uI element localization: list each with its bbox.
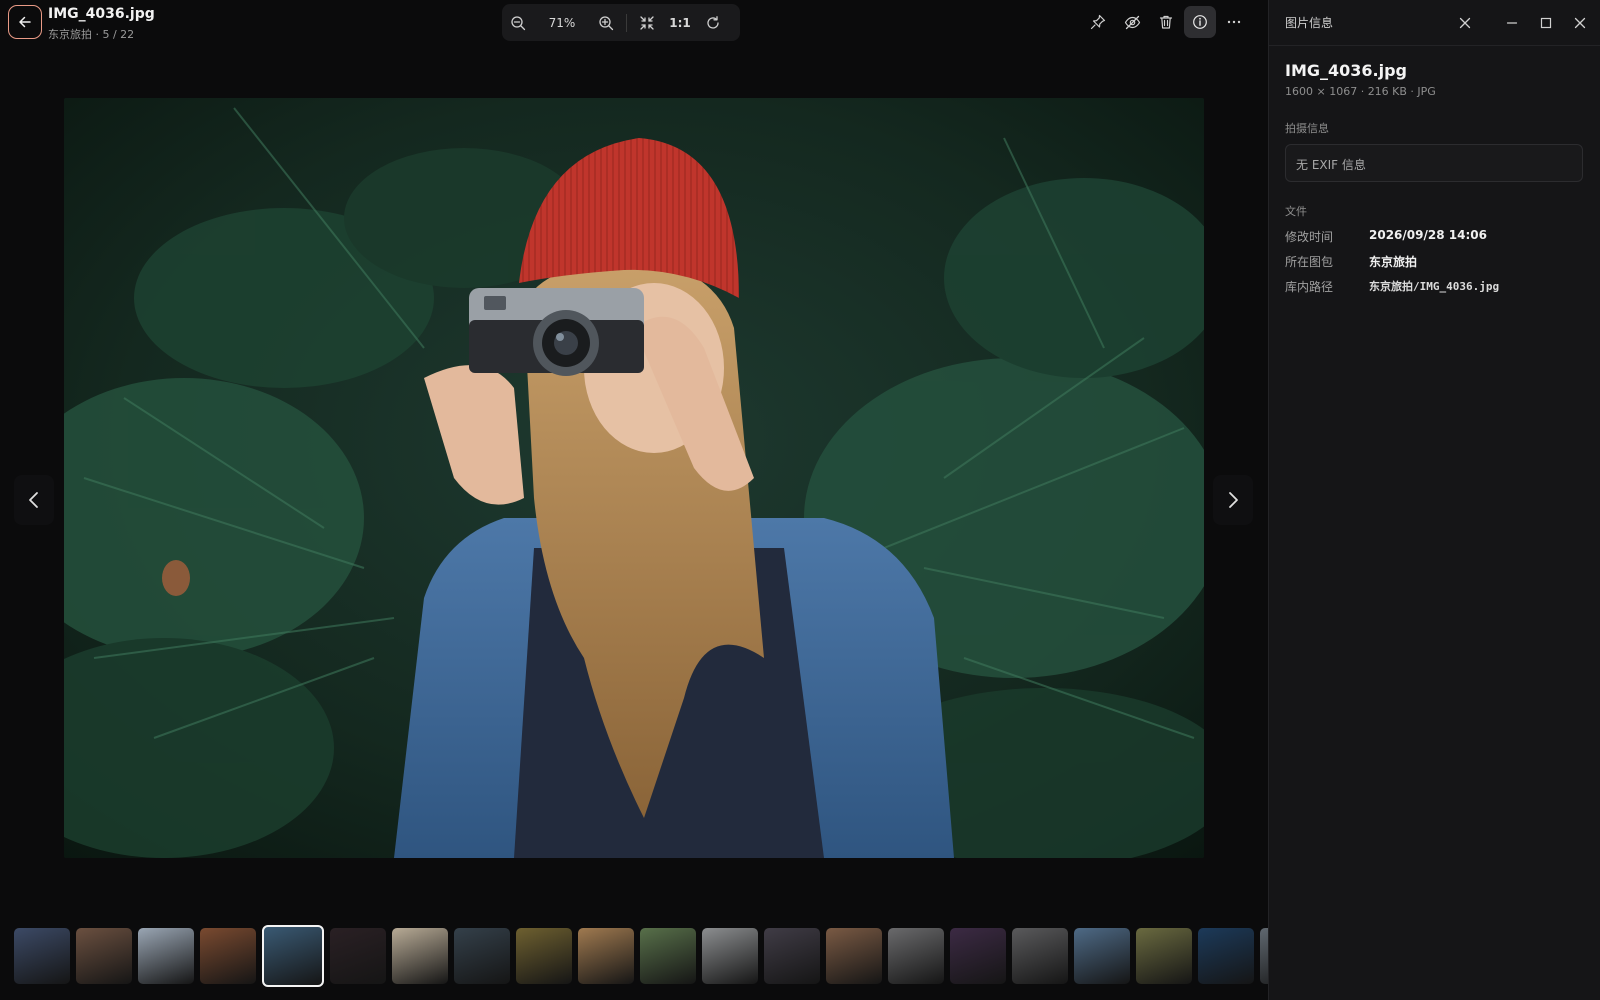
- thumbnail[interactable]: [330, 928, 386, 984]
- info-file-meta: 1600 × 1067 · 216 KB · JPG: [1285, 85, 1436, 98]
- exif-box: 无 EXIF 信息: [1285, 144, 1583, 182]
- album-position: 东京旅拍 · 5 / 22: [48, 28, 135, 41]
- arrow-left-icon: [19, 16, 31, 28]
- row-key: 库内路径: [1285, 280, 1334, 294]
- zoom-toolbar: 71% 1:1: [502, 4, 740, 41]
- image-actions: [1082, 6, 1250, 38]
- thumbnail[interactable]: [1074, 928, 1130, 984]
- close-window-button[interactable]: [1565, 8, 1595, 38]
- path-folder: 东京旅拍/: [1369, 280, 1420, 293]
- delete-button[interactable]: [1150, 6, 1182, 38]
- main-photo[interactable]: [64, 98, 1204, 858]
- thumbnail[interactable]: [138, 928, 194, 984]
- zoom-level[interactable]: 71%: [534, 16, 590, 30]
- row-key: 修改时间: [1285, 230, 1334, 244]
- info-panel: 图片信息 IMG_4036.jpg 1600 × 1067 · 216 KB ·…: [1268, 0, 1600, 1000]
- info-panel-title: 图片信息: [1285, 16, 1334, 30]
- thumbnail[interactable]: [14, 928, 70, 984]
- thumbnail[interactable]: [516, 928, 572, 984]
- file-section-label: 文件: [1285, 205, 1307, 218]
- minimize-icon: [1506, 22, 1518, 24]
- more-horizontal-icon: [1227, 20, 1241, 24]
- library-path-value[interactable]: 东京旅拍/IMG_4036.jpg: [1369, 278, 1499, 294]
- path-file: IMG_4036.jpg: [1419, 280, 1500, 293]
- zoom-out-button[interactable]: [502, 7, 534, 39]
- thumbnail[interactable]: [950, 928, 1006, 984]
- back-button[interactable]: [8, 5, 42, 39]
- photo-image: [64, 98, 1204, 858]
- hide-button[interactable]: [1116, 6, 1148, 38]
- next-image-button[interactable]: [1213, 475, 1253, 525]
- thumbnail[interactable]: [640, 928, 696, 984]
- file-title: IMG_4036.jpg: [48, 6, 155, 22]
- rotate-icon: [707, 15, 719, 29]
- info-button[interactable]: [1184, 6, 1216, 38]
- album-value[interactable]: 东京旅拍: [1369, 253, 1417, 270]
- close-icon: [1574, 17, 1586, 29]
- thumbnail-selected[interactable]: [262, 925, 324, 987]
- thumbnail[interactable]: [1012, 928, 1068, 984]
- zoom-out-icon: [511, 15, 526, 30]
- maximize-button[interactable]: [1531, 8, 1561, 38]
- thumbnail[interactable]: [454, 928, 510, 984]
- fit-screen-icon: [640, 15, 654, 30]
- pin-icon: [1090, 14, 1106, 30]
- more-button[interactable]: [1218, 6, 1250, 38]
- close-icon: [1459, 17, 1471, 29]
- previous-image-button[interactable]: [14, 475, 54, 525]
- thumbnail[interactable]: [76, 928, 132, 984]
- rotate-button[interactable]: [697, 7, 729, 39]
- actual-size-button[interactable]: 1:1: [663, 16, 697, 30]
- close-panel-button[interactable]: [1450, 8, 1480, 38]
- toolbar-divider: [626, 13, 627, 32]
- info-icon: [1193, 15, 1207, 29]
- row-key: 所在图包: [1285, 255, 1334, 269]
- fit-screen-button[interactable]: [631, 7, 663, 39]
- zoom-in-button[interactable]: [590, 7, 622, 39]
- thumbnail-list: [14, 925, 1268, 987]
- thumbnail[interactable]: [1260, 928, 1268, 984]
- info-filename: IMG_4036.jpg: [1285, 61, 1408, 80]
- chevron-right-icon: [1229, 492, 1238, 508]
- window-controls: [1497, 8, 1595, 38]
- shooting-info-label: 拍摄信息: [1285, 122, 1329, 135]
- viewer-header: IMG_4036.jpg 东京旅拍 · 5 / 22 71% 1:1: [0, 0, 1268, 46]
- pin-button[interactable]: [1082, 6, 1114, 38]
- eye-off-icon: [1124, 15, 1140, 29]
- zoom-in-icon: [599, 15, 614, 30]
- thumbnail[interactable]: [392, 928, 448, 984]
- chevron-left-icon: [29, 492, 38, 508]
- minimize-button[interactable]: [1497, 8, 1527, 38]
- thumbnail[interactable]: [578, 928, 634, 984]
- thumbnail[interactable]: [1198, 928, 1254, 984]
- thumbnail[interactable]: [1136, 928, 1192, 984]
- exif-empty-text: 无 EXIF 信息: [1296, 158, 1366, 172]
- thumbnail[interactable]: [826, 928, 882, 984]
- thumbnail[interactable]: [888, 928, 944, 984]
- trash-icon: [1159, 15, 1173, 29]
- filmstrip: [0, 920, 1268, 1000]
- thumbnail[interactable]: [702, 928, 758, 984]
- thumbnail[interactable]: [200, 928, 256, 984]
- info-panel-header: 图片信息: [1269, 0, 1600, 46]
- thumbnail[interactable]: [764, 928, 820, 984]
- maximize-icon: [1540, 17, 1552, 29]
- modified-time-value: 2026/09/28 14:06: [1369, 228, 1487, 242]
